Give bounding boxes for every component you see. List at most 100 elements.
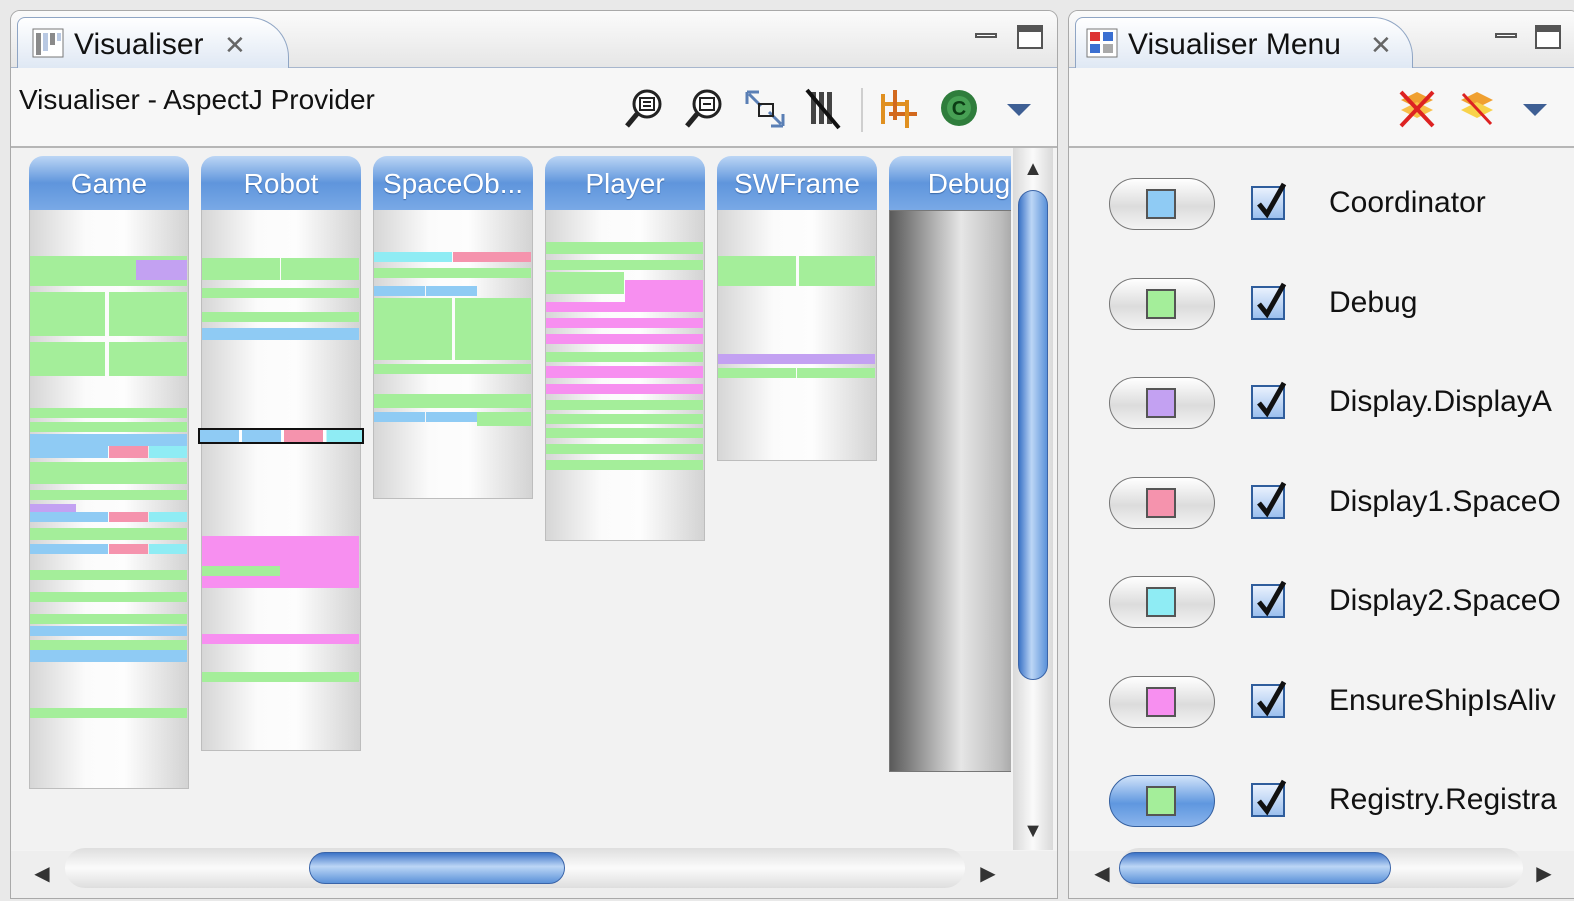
aspect-marker[interactable] [718,354,875,364]
aspect-marker[interactable] [476,412,531,426]
scroll-right-icon[interactable]: ▶ [973,861,1003,886]
aspect-marker[interactable] [109,544,148,554]
color-picker-button[interactable] [1109,775,1215,827]
column-body[interactable] [545,210,705,541]
aspect-marker[interactable] [546,444,703,454]
aspect-marker[interactable] [718,368,796,378]
aspect-checkbox[interactable] [1251,182,1287,220]
aspect-marker[interactable] [453,252,531,262]
aspect-marker[interactable] [546,366,703,378]
maximize-button[interactable] [1535,25,1561,49]
aspect-marker[interactable] [374,268,531,278]
aspect-marker[interactable] [797,368,875,378]
aspect-marker[interactable] [374,252,452,262]
column-header[interactable]: Debug [889,156,1011,210]
aspect-marker[interactable] [30,650,187,662]
aspect-marker[interactable] [546,384,703,394]
aspect-marker[interactable] [202,634,359,644]
aspect-marker[interactable] [718,256,796,286]
color-picker-button[interactable] [1109,675,1215,728]
vertical-scroll-thumb[interactable] [1018,190,1048,680]
color-picker-button[interactable] [1109,476,1215,529]
fit-to-view-icon[interactable] [743,86,787,132]
aspect-marker[interactable] [546,400,703,410]
aspect-marker[interactable] [109,342,187,376]
aspect-marker[interactable] [798,256,875,286]
aspect-marker[interactable] [546,272,624,294]
aspect-marker[interactable] [30,528,187,540]
aspect-marker[interactable] [426,286,478,296]
vertical-scrollbar[interactable]: ▲ ▼ [1013,148,1053,850]
close-icon[interactable]: ✕ [1370,30,1392,61]
aspect-marker[interactable] [374,412,426,422]
aspect-marker[interactable] [30,446,108,458]
minimize-button[interactable] [973,25,999,49]
aspect-marker[interactable] [625,280,703,302]
selected-marker[interactable] [198,428,364,444]
menu-horizontal-scroll-thumb[interactable] [1119,852,1391,884]
limit-view-icon[interactable] [803,86,847,132]
aspect-marker[interactable] [135,260,187,280]
aspect-marker[interactable] [30,570,187,580]
aspect-marker[interactable] [30,626,187,636]
visualiser-canvas[interactable]: Game Robot SpaceOb... Player SWFrame Debug [11,148,1011,850]
aspect-marker[interactable] [30,592,187,602]
aspect-marker[interactable] [30,512,108,522]
scroll-right-icon[interactable]: ▶ [1529,861,1559,886]
aspect-marker[interactable] [426,412,478,422]
aspect-checkbox[interactable] [1251,381,1287,419]
zoom-in-icon[interactable] [623,86,667,132]
aspect-marker[interactable] [374,286,426,296]
scroll-left-icon[interactable]: ◀ [27,861,57,886]
aspect-marker[interactable] [30,256,105,286]
view-menu-icon[interactable] [1001,86,1045,132]
aspect-checkbox[interactable] [1251,282,1287,320]
aspect-marker[interactable] [374,298,452,360]
aspect-marker[interactable] [281,258,359,280]
aspect-marker[interactable] [30,544,108,554]
aspect-marker[interactable] [374,364,531,374]
column-body[interactable] [889,210,1011,772]
column-body[interactable] [29,210,189,789]
show-all-icon[interactable] [1455,86,1499,132]
aspect-marker[interactable] [30,708,187,718]
aspect-marker[interactable] [148,544,187,554]
zoom-out-icon[interactable] [683,86,727,132]
column-header[interactable]: Player [545,156,705,210]
aspect-marker[interactable] [30,342,105,376]
aspect-marker[interactable] [30,462,187,484]
aspect-marker[interactable] [546,334,703,344]
aspect-marker[interactable] [30,640,187,650]
aspect-marker[interactable] [109,292,187,336]
maximize-button[interactable] [1017,25,1043,49]
aspect-checkbox[interactable] [1251,481,1287,519]
aspect-marker[interactable] [109,446,148,458]
aspect-marker[interactable] [30,422,187,432]
aspect-marker[interactable] [454,298,531,360]
aspect-marker[interactable] [202,566,280,576]
color-picker-button[interactable] [1109,178,1215,230]
column-header[interactable]: SWFrame [717,156,877,210]
aspect-marker[interactable] [374,394,531,408]
column-header[interactable]: Robot [201,156,361,210]
aspect-marker[interactable] [546,428,703,438]
aspect-marker[interactable] [546,318,703,328]
aspect-marker[interactable] [202,328,359,340]
column-header[interactable]: SpaceOb... [373,156,533,210]
aspect-marker[interactable] [202,288,359,298]
scroll-up-icon[interactable]: ▲ [1018,158,1048,181]
menu-horizontal-scrollbar[interactable] [1119,848,1523,888]
color-picker-button[interactable] [1109,377,1215,429]
aspect-marker[interactable] [202,312,359,322]
horizontal-scrollbar[interactable] [65,848,965,888]
aspect-checkbox[interactable] [1251,580,1287,618]
aspect-marker[interactable] [202,258,280,280]
aspect-marker[interactable] [546,242,703,254]
column-body[interactable] [198,210,364,751]
scroll-left-icon[interactable]: ◀ [1087,861,1117,886]
tab-visualiser[interactable]: Visualiser ✕ [17,17,289,68]
group-view-icon[interactable] [877,86,921,132]
aspect-marker[interactable] [30,408,187,418]
hide-unselected-icon[interactable] [1395,86,1439,132]
aspect-marker[interactable] [148,446,187,458]
